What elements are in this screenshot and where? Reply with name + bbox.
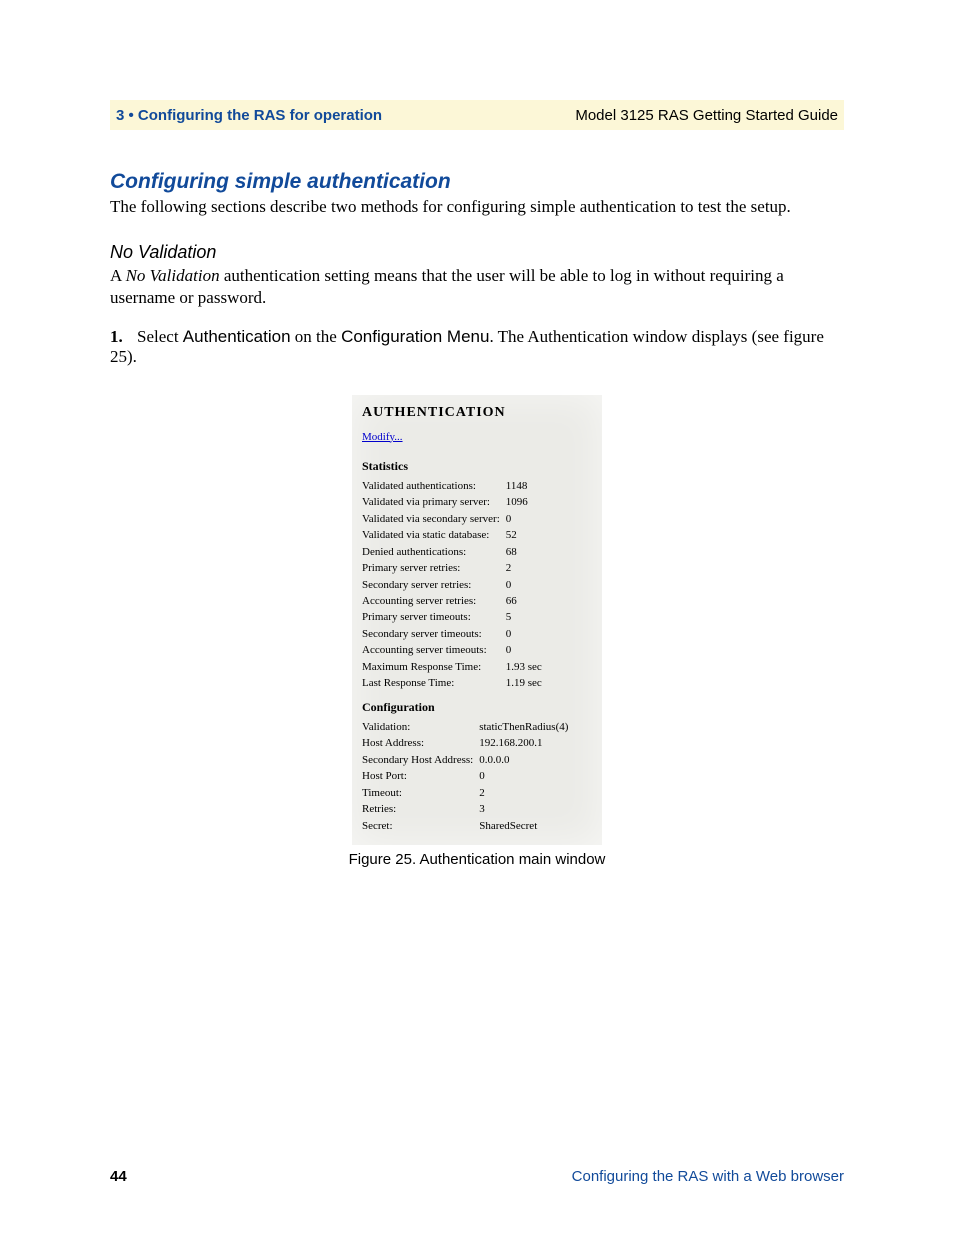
table-row: Validated authentications:1148 xyxy=(362,479,542,495)
authentication-panel: AUTHENTICATION Modify... Statistics Vali… xyxy=(352,395,602,845)
text: Select xyxy=(137,327,183,346)
stat-value: 0.0.0.0 xyxy=(479,753,568,769)
stat-value: 0 xyxy=(506,627,542,643)
step-number: 1. xyxy=(110,327,123,346)
modify-link[interactable]: Modify... xyxy=(362,430,403,446)
no-validation-paragraph: A No Validation authentication setting m… xyxy=(110,265,844,309)
stat-label: Last Response Time: xyxy=(362,676,506,692)
stat-label: Host Port: xyxy=(362,769,479,785)
statistics-table: Validated authentications:1148Validated … xyxy=(362,479,542,693)
stat-label: Validated via primary server: xyxy=(362,495,506,511)
stat-value: 1148 xyxy=(506,479,542,495)
text-italic: No Validation xyxy=(126,266,220,285)
table-row: Accounting server timeouts:0 xyxy=(362,643,542,659)
panel-title: AUTHENTICATION xyxy=(362,403,592,423)
stat-label: Accounting server retries: xyxy=(362,594,506,610)
stat-value: 1096 xyxy=(506,495,542,511)
stat-value: 3 xyxy=(479,802,568,818)
table-row: Retries:3 xyxy=(362,802,568,818)
stat-value: 0 xyxy=(506,578,542,594)
table-row: Secondary server retries:0 xyxy=(362,578,542,594)
stat-label: Retries: xyxy=(362,802,479,818)
stat-value: 68 xyxy=(506,545,542,561)
intro-text: The following sections describe two meth… xyxy=(110,196,844,218)
stat-value: 5 xyxy=(506,610,542,626)
table-row: Secondary Host Address:0.0.0.0 xyxy=(362,753,568,769)
table-row: Maximum Response Time:1.93 sec xyxy=(362,660,542,676)
ui-term: Configuration Menu xyxy=(341,327,489,346)
stat-label: Primary server timeouts: xyxy=(362,610,506,626)
section-title: Configuring simple authentication xyxy=(110,170,844,194)
stat-label: Host Address: xyxy=(362,736,479,752)
statistics-label: Statistics xyxy=(362,458,592,475)
stat-label: Secondary server retries: xyxy=(362,578,506,594)
configuration-label: Configuration xyxy=(362,699,592,716)
stat-label: Validated authentications: xyxy=(362,479,506,495)
page-footer: 44 Configuring the RAS with a Web browse… xyxy=(110,1168,844,1185)
stat-value: 2 xyxy=(479,786,568,802)
stat-value: 2 xyxy=(506,561,542,577)
header-left: 3 • Configuring the RAS for operation xyxy=(116,107,382,124)
page-number: 44 xyxy=(110,1168,127,1185)
footer-right: Configuring the RAS with a Web browser xyxy=(572,1168,844,1185)
table-row: Denied authentications:68 xyxy=(362,545,542,561)
stat-value: staticThenRadius(4) xyxy=(479,720,568,736)
stat-value: 66 xyxy=(506,594,542,610)
table-row: Secondary server timeouts:0 xyxy=(362,627,542,643)
stat-value: 0 xyxy=(506,643,542,659)
table-row: Host Address:192.168.200.1 xyxy=(362,736,568,752)
header-right: Model 3125 RAS Getting Started Guide xyxy=(575,107,838,124)
stat-value: 1.19 sec xyxy=(506,676,542,692)
text: on the xyxy=(291,327,342,346)
configuration-table: Validation:staticThenRadius(4)Host Addre… xyxy=(362,720,568,835)
table-row: Validated via secondary server:0 xyxy=(362,512,542,528)
stat-label: Secondary server timeouts: xyxy=(362,627,506,643)
table-row: Primary server timeouts:5 xyxy=(362,610,542,626)
stat-label: Validation: xyxy=(362,720,479,736)
table-row: Host Port:0 xyxy=(362,769,568,785)
table-row: Validation:staticThenRadius(4) xyxy=(362,720,568,736)
table-row: Timeout:2 xyxy=(362,786,568,802)
ui-term: Authentication xyxy=(183,327,291,346)
stat-value: SharedSecret xyxy=(479,819,568,835)
stat-value: 52 xyxy=(506,528,542,544)
stat-label: Denied authentications: xyxy=(362,545,506,561)
table-row: Validated via static database:52 xyxy=(362,528,542,544)
step-1: 1. Select Authentication on the Configur… xyxy=(110,327,844,367)
table-row: Validated via primary server:1096 xyxy=(362,495,542,511)
stat-label: Maximum Response Time: xyxy=(362,660,506,676)
stat-label: Validated via static database: xyxy=(362,528,506,544)
stat-value: 1.93 sec xyxy=(506,660,542,676)
stat-label: Primary server retries: xyxy=(362,561,506,577)
stat-value: 0 xyxy=(506,512,542,528)
table-row: Last Response Time:1.19 sec xyxy=(362,676,542,692)
figure-caption: Figure 25. Authentication main window xyxy=(110,851,844,868)
table-row: Accounting server retries:66 xyxy=(362,594,542,610)
table-row: Secret:SharedSecret xyxy=(362,819,568,835)
stat-value: 0 xyxy=(479,769,568,785)
stat-label: Secret: xyxy=(362,819,479,835)
stat-value: 192.168.200.1 xyxy=(479,736,568,752)
stat-label: Secondary Host Address: xyxy=(362,753,479,769)
stat-label: Timeout: xyxy=(362,786,479,802)
stat-label: Validated via secondary server: xyxy=(362,512,506,528)
stat-label: Accounting server timeouts: xyxy=(362,643,506,659)
subheading-no-validation: No Validation xyxy=(110,242,844,263)
header-bar: 3 • Configuring the RAS for operation Mo… xyxy=(110,100,844,130)
table-row: Primary server retries:2 xyxy=(362,561,542,577)
text: A xyxy=(110,266,126,285)
